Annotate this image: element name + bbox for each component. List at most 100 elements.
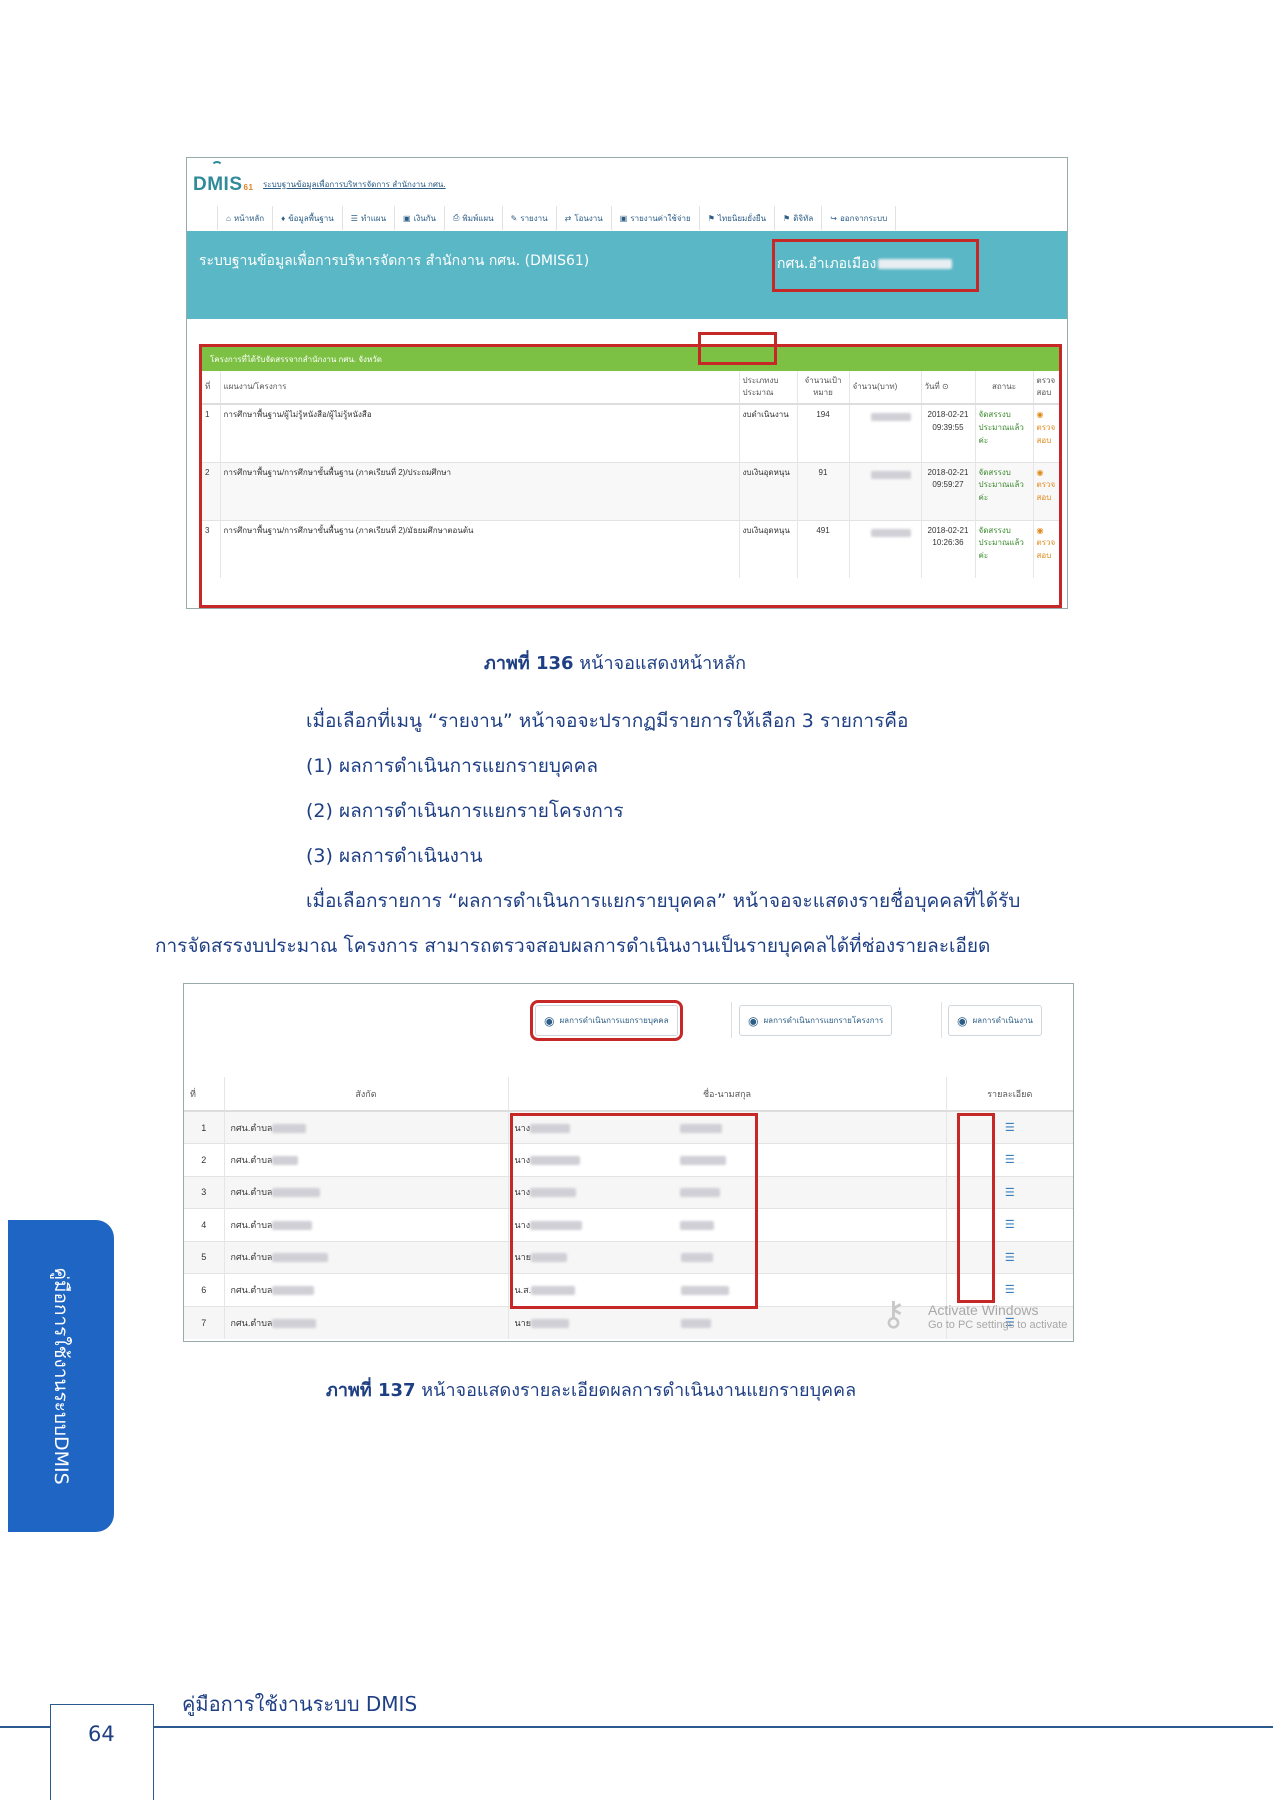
separator xyxy=(941,1002,942,1038)
paragraph-3: (2) ผลการดำเนินการแยกรายโครงการ xyxy=(306,800,624,822)
menu-item-label: หน้าหลัก xyxy=(233,213,265,223)
col-check: ตรวจสอบ xyxy=(1032,371,1059,405)
row-date: 2018-02-21 10:26:36 xyxy=(920,519,975,578)
tab-result-by-project[interactable]: ◉ ผลการดำเนินการแยกรายโครงการ xyxy=(739,1005,893,1036)
screenshot-dmis-home: DMIS61 ระบบฐานข้อมูลเพื่อการบริหารจัดการ… xyxy=(186,157,1068,609)
menu-item-label: รายงาน xyxy=(520,213,548,223)
redacted-text xyxy=(272,1318,317,1328)
row-no: 3 xyxy=(184,1175,224,1209)
unit-name-highlight: กศน.อำเภอเมือง xyxy=(772,239,979,292)
caption-137: ภาพที่ 137 หน้าจอแสดงรายละเอียดผลการดำเน… xyxy=(326,1380,857,1401)
row-affiliation: กศน.ตำบล xyxy=(223,1240,508,1274)
redacted-text xyxy=(878,259,953,269)
row-affiliation: กศน.ตำบล xyxy=(223,1110,508,1144)
menu-item-label: เงินกัน xyxy=(413,213,437,223)
footer-line xyxy=(0,1726,1273,1728)
footer-title: คู่มือการใช้งานระบบ DMIS xyxy=(182,1692,418,1716)
redacted-text xyxy=(272,1123,307,1133)
row-target: 491 xyxy=(796,519,849,578)
row-no: 3 xyxy=(202,519,220,578)
flag-icon: ⚑ xyxy=(707,213,715,223)
project-table-highlight: โครงการที่ได้รับจัดสรรจากสำนักงาน กศน. จ… xyxy=(199,344,1062,608)
row-check-link[interactable]: ◉ ตรวจสอบ xyxy=(1032,461,1059,520)
row-project: การศึกษาพื้นฐาน/ผู้ไม่รู้หนังสือ/ผู้ไม่ร… xyxy=(219,403,739,462)
row-no: 5 xyxy=(184,1240,224,1274)
logout-icon: ↪ xyxy=(830,213,837,223)
redacted-amount xyxy=(870,528,911,537)
main-menu: ⌂ หน้าหลัก ♦ ข้อมูลพื้นฐาน ☰ ทำแผน ▣ เงินกัน ⎙ พิ… xyxy=(217,206,897,230)
row-check-link[interactable]: ◉ ตรวจสอบ xyxy=(1032,519,1059,578)
row-amount xyxy=(848,403,921,462)
list-icon: ☰ xyxy=(1004,1154,1015,1167)
menu-item-label: ไทยนิยมยั่งยืน xyxy=(717,213,767,223)
row-budget-type: งบเงินอุดหนุน xyxy=(738,461,797,520)
dashboard-icon: ◉ xyxy=(957,1013,968,1028)
row-project: การศึกษาพื้นฐาน/การศึกษาขั้นพื้นฐาน (ภาค… xyxy=(219,519,739,578)
menu-item-4[interactable]: ⎙ พิมพ์แผน xyxy=(445,206,503,230)
redacted-text xyxy=(272,1220,313,1230)
row-target: 91 xyxy=(796,461,849,520)
col-budget-type: ประเภทงบประมาณ xyxy=(738,371,797,405)
paragraph-5a: เมื่อเลือกรายการ “ผลการดำเนินการแยกรายบุ… xyxy=(306,890,1021,912)
menu-item-2[interactable]: ☰ ทำแผน xyxy=(343,206,396,230)
menu-item-label: รายงานค่าใช้จ่าย xyxy=(630,213,691,223)
menu-item-6[interactable]: ⇄ โอนงาน xyxy=(557,206,612,230)
home-icon: ⌂ xyxy=(226,213,231,223)
row-project: การศึกษาพื้นฐาน/การศึกษาขั้นพื้นฐาน (ภาค… xyxy=(219,461,739,520)
tab-result[interactable]: ◉ ผลการดำเนินงาน xyxy=(948,1005,1042,1036)
flag-icon: ⚑ xyxy=(783,213,791,223)
row-date: 2018-02-21 09:59:27 xyxy=(920,461,975,520)
redacted-amount xyxy=(870,413,911,421)
col-status: สถานะ xyxy=(974,371,1033,405)
banner-title: ระบบฐานข้อมูลเพื่อการบริหารจัดการ สำนักง… xyxy=(199,253,590,269)
col-date: วันที่ ⊙ xyxy=(920,371,975,405)
list-icon: ☰ xyxy=(1004,1251,1015,1264)
table-title: โครงการที่ได้รับจัดสรรจากสำนักงาน กศน. จ… xyxy=(202,347,1059,371)
row-no: 2 xyxy=(202,461,220,520)
row-amount xyxy=(848,519,921,578)
list-icon: ☰ xyxy=(1004,1122,1015,1134)
redacted-text xyxy=(272,1155,299,1165)
menu-item-9[interactable]: ⚑ ดิจิทัล xyxy=(775,206,823,230)
menu-item-label: ออกจากระบบ xyxy=(839,213,888,223)
screenshot-report-person: ◉ ผลการดำเนินการแยกรายบุคคล ◉ ผลการดำเนินก… xyxy=(183,983,1074,1342)
menu-item-0[interactable]: ⌂ หน้าหลัก xyxy=(218,206,274,230)
dmis-logo[interactable]: DMIS61 xyxy=(193,174,253,196)
eye-icon: ◉ xyxy=(1036,525,1044,535)
row-no: 7 xyxy=(184,1305,224,1339)
pencil-icon: ✎ xyxy=(510,213,518,223)
separator xyxy=(731,1002,732,1038)
map-pin-icon: ♦ xyxy=(281,213,286,223)
transfer-icon: ⇄ xyxy=(564,213,572,223)
table-row: 2 การศึกษาพื้นฐาน/การศึกษาขั้นพื้นฐาน (ภา… xyxy=(202,461,1059,520)
clock-icon: ⊙ xyxy=(941,382,949,391)
menu-item-5[interactable]: ✎ รายงาน xyxy=(503,206,557,230)
col-no: ที่ xyxy=(184,1077,224,1112)
page-number-box xyxy=(50,1704,154,1800)
menu-item-label: โอนงาน xyxy=(574,213,603,223)
activation-watermark: Activate Windows Go to PC settings to act… xyxy=(928,1302,1068,1331)
system-name-link[interactable]: ระบบฐานข้อมูลเพื่อการบริหารจัดการ สำนักง… xyxy=(263,178,446,191)
row-status: จัดสรรงบประมาณแล้วค่ะ xyxy=(974,403,1033,462)
row-status: จัดสรรงบประมาณแล้วค่ะ xyxy=(974,519,1033,578)
menu-item-7[interactable]: ▣ รายงานค่าใช้จ่าย xyxy=(612,206,700,230)
page-number: 64 xyxy=(88,1722,115,1746)
col-detail: รายละเอียด xyxy=(945,1077,1073,1112)
row-check-link[interactable]: ◉ ตรวจสอบ xyxy=(1032,403,1059,462)
list-icon: ☰ xyxy=(1004,1219,1015,1232)
tab-result-by-person[interactable]: ◉ ผลการดำเนินการแยกรายบุคคล xyxy=(530,1000,683,1041)
row-no: 6 xyxy=(184,1273,224,1306)
row-date: 2018-02-21 09:39:55 xyxy=(920,403,975,462)
menu-item-8[interactable]: ⚑ ไทยนิยมยั่งยืน xyxy=(700,206,776,230)
project-table: ที่ แผนงาน/โครงการ ประเภทงบประมาณ จำนวนเ… xyxy=(202,371,1059,578)
list-icon: ☰ xyxy=(1004,1186,1015,1199)
row-no: 1 xyxy=(184,1110,224,1144)
row-affiliation: กศน.ตำบล xyxy=(223,1273,508,1306)
menu-item-10[interactable]: ↪ ออกจากระบบ xyxy=(822,206,897,230)
money-icon: ▣ xyxy=(403,213,411,223)
row-affiliation: กศน.ตำบล xyxy=(223,1305,508,1339)
row-no: 2 xyxy=(184,1143,224,1176)
menu-item-3[interactable]: ▣ เงินกัน xyxy=(395,206,446,230)
row-budget-type: งบเงินอุดหนุน xyxy=(738,519,797,578)
menu-item-1[interactable]: ♦ ข้อมูลพื้นฐาน xyxy=(273,206,343,230)
